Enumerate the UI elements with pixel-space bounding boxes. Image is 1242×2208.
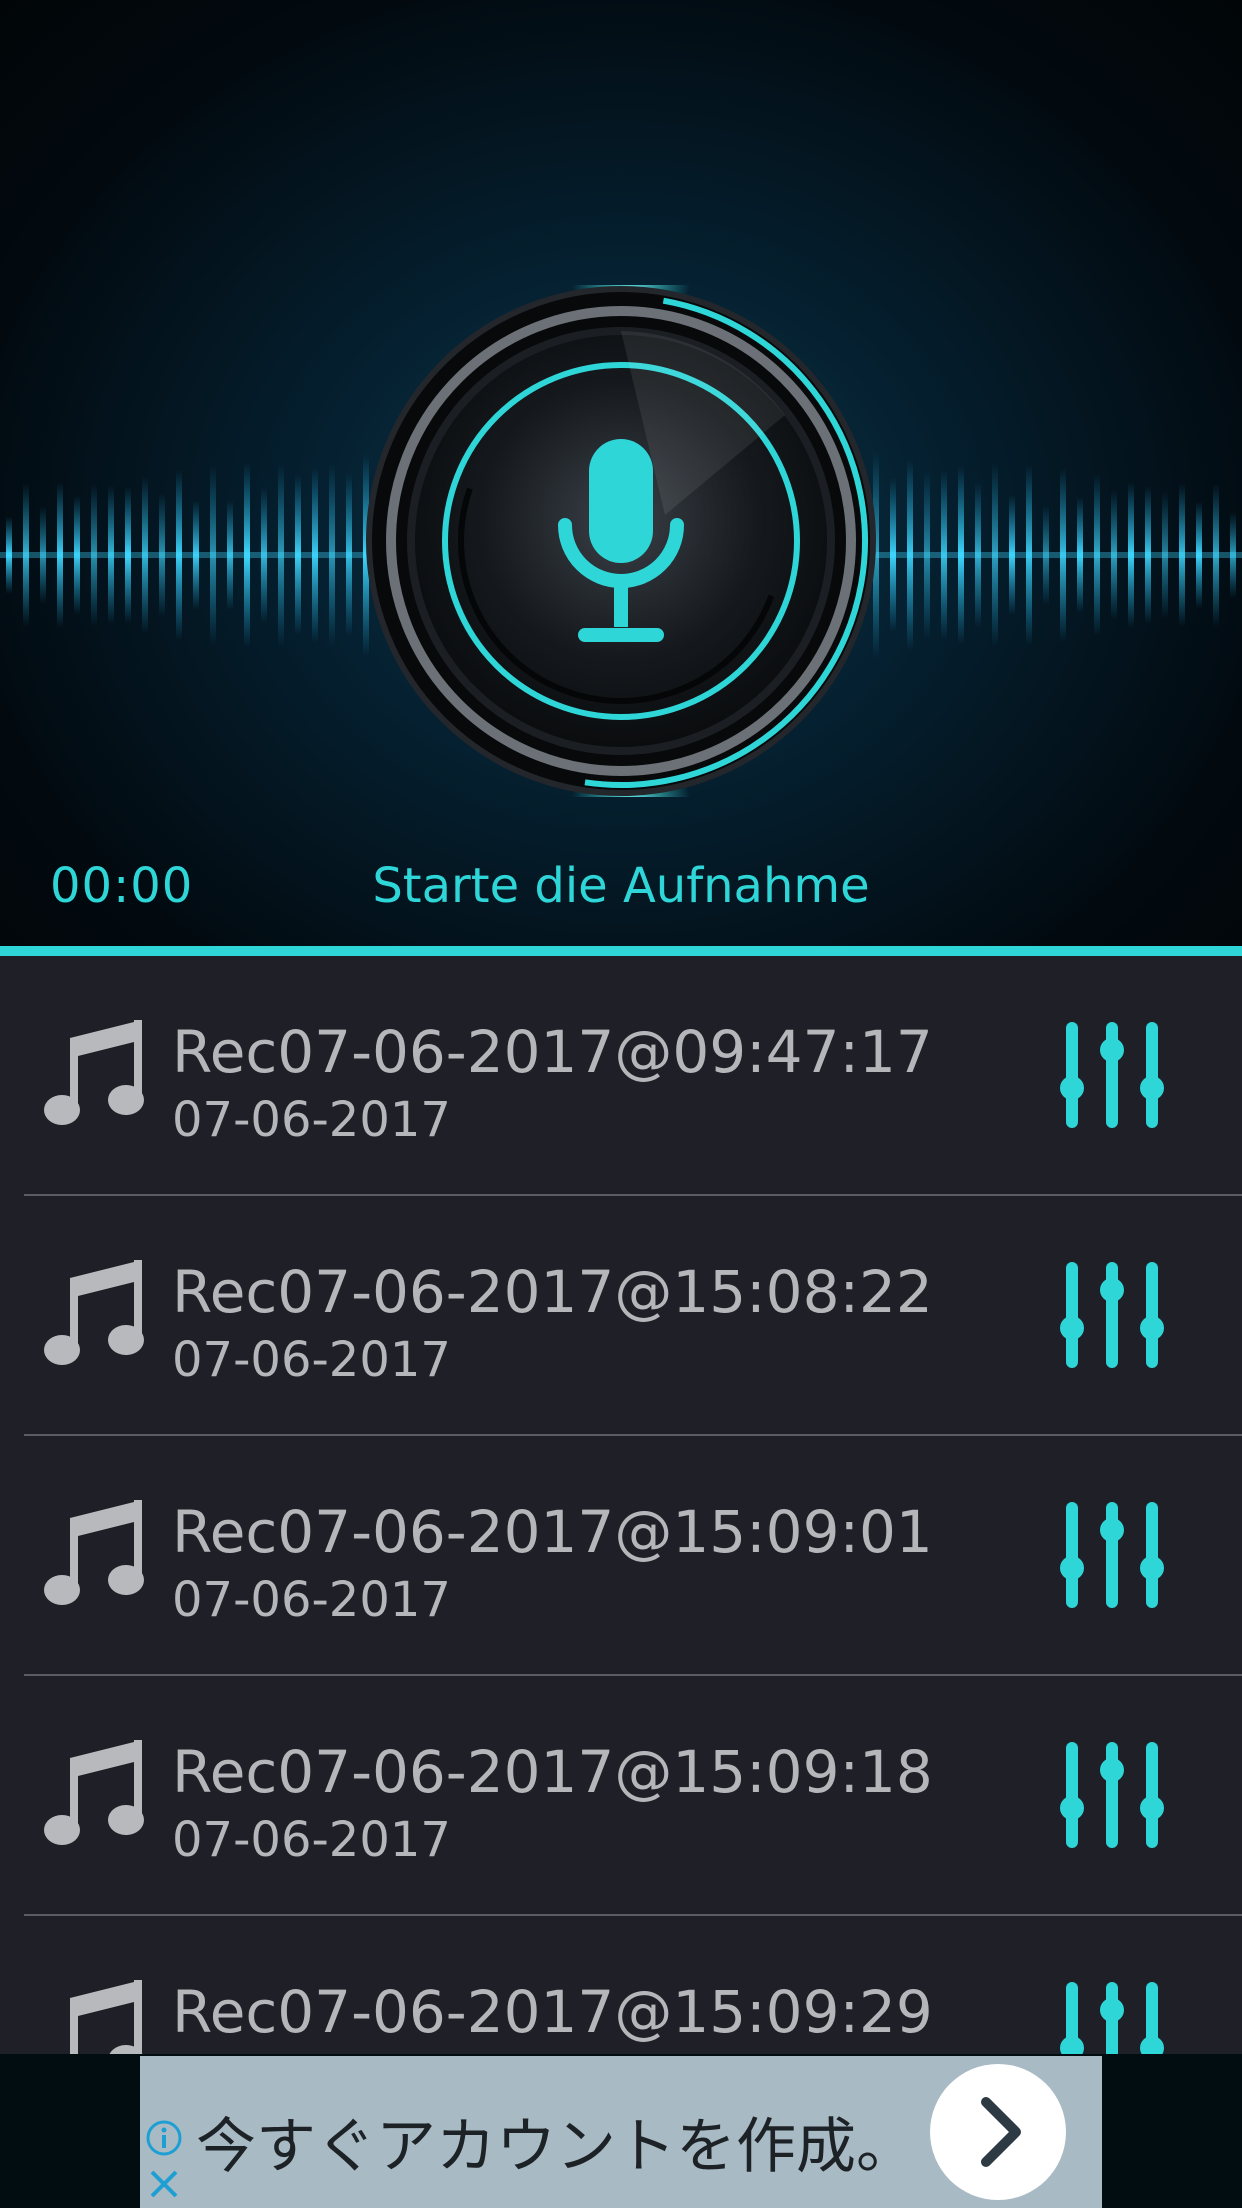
chevron-right-icon <box>981 2097 1021 2167</box>
recording-date: 07-06-2017 <box>172 1332 451 1388</box>
recording-date: 07-06-2017 <box>172 1092 451 1148</box>
record-status-label: Starte die Aufnahme <box>372 858 870 914</box>
close-icon[interactable] <box>144 2164 184 2204</box>
recording-row[interactable]: Rec07-06-2017@09:47:17 07-06-2017 <box>0 956 1242 1196</box>
recording-title: Rec07-06-2017@15:09:01 <box>172 1498 933 1566</box>
ad-banner[interactable]: 今すぐアカウントを作成。 <box>140 2056 1102 2208</box>
equalizer-icon[interactable] <box>1060 1740 1164 1850</box>
info-icon[interactable] <box>144 2118 184 2158</box>
equalizer-icon[interactable] <box>1060 1020 1164 1130</box>
recording-row[interactable]: Rec07-06-2017@15:09:01 07-06-2017 <box>0 1436 1242 1676</box>
music-note-icon <box>44 1020 144 1125</box>
recording-date: 07-06-2017 <box>172 1572 451 1628</box>
music-note-icon <box>70 1980 143 2054</box>
recording-title: Rec07-06-2017@09:47:17 <box>172 1018 933 1086</box>
recorder-panel: 00:00 Starte die Aufnahme <box>0 0 1242 950</box>
recording-row[interactable]: Rec07-06-2017@15:09:29 <box>0 1916 1242 2054</box>
recording-title: Rec07-06-2017@15:09:29 <box>172 1978 933 2046</box>
app-screen: 00:00 Starte die Aufnahme Rec07-06-2017@… <box>0 0 1242 2208</box>
recordings-list[interactable]: Rec07-06-2017@09:47:17 07-06-2017 Rec07-06… <box>0 956 1242 2054</box>
music-note-icon <box>44 1740 144 1845</box>
equalizer-icon[interactable] <box>1060 1260 1164 1370</box>
equalizer-icon[interactable] <box>1060 1980 1164 2054</box>
header-divider <box>0 946 1242 956</box>
equalizer-icon[interactable] <box>1060 1500 1164 1610</box>
music-note-icon <box>44 1500 144 1605</box>
ad-cta-button[interactable] <box>930 2064 1066 2200</box>
recording-title: Rec07-06-2017@15:09:18 <box>172 1738 933 1806</box>
recording-row[interactable]: Rec07-06-2017@15:09:18 07-06-2017 <box>0 1676 1242 1916</box>
recording-title: Rec07-06-2017@15:08:22 <box>172 1258 933 1326</box>
ad-text: 今すぐアカウントを作成。 <box>196 2112 916 2182</box>
microphone-icon <box>558 439 684 642</box>
recording-row[interactable]: Rec07-06-2017@15:08:22 07-06-2017 <box>0 1196 1242 1436</box>
music-note-icon <box>44 1260 144 1365</box>
recording-date: 07-06-2017 <box>172 1812 451 1868</box>
